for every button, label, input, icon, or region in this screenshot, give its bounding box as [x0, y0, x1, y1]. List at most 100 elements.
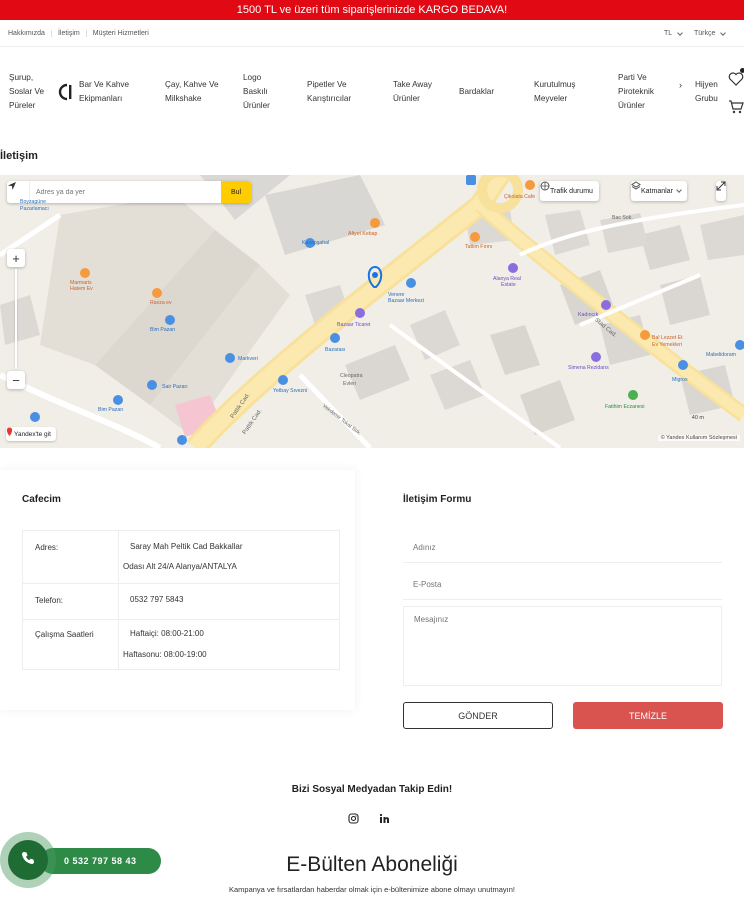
map-label: Fatihim Eczanesi [605, 404, 645, 410]
address-label: Adres: [35, 543, 59, 552]
zoom-in-button[interactable]: + [7, 249, 25, 267]
contact-info-table: Adres: Saray Mah Peltik Cad Bakkallar Od… [22, 530, 340, 670]
message-field[interactable] [403, 606, 722, 686]
row-divider [23, 619, 339, 620]
heart-icon[interactable] [728, 72, 744, 88]
top-utility-bar: Hakkımızda İletişim Müşteri Hizmetleri T… [0, 20, 744, 47]
yandex-go-button[interactable]: Yandex'te git [6, 427, 56, 441]
map-label: Bazaar Ticaret [337, 322, 371, 328]
map-label: Mabelidoram [706, 352, 736, 358]
currency-value: TL [664, 30, 673, 37]
map-label: Yetbay Sıvezni [273, 388, 308, 394]
map-label: Ravza ev [150, 300, 172, 306]
map-label: Estate [501, 282, 516, 288]
phone-call-button[interactable] [0, 832, 56, 888]
phone-call-pill[interactable]: 0 532 797 58 43 [40, 848, 161, 874]
social-title: Bizi Sosyal Medyadan Takip Edin! [291, 784, 453, 795]
map-label: Pazarlamacı [20, 206, 49, 212]
chevron-right-icon: › [679, 80, 682, 90]
language-value: Türkçe [694, 30, 716, 37]
cart-icon[interactable] [728, 100, 744, 116]
plus-icon: + [12, 250, 20, 266]
map-label: Markveri [238, 356, 258, 362]
phone-value[interactable]: 0532 797 5843 [130, 590, 183, 610]
map-label: Sair Pazarı [162, 384, 188, 390]
fullscreen-button[interactable] [716, 181, 726, 201]
name-field[interactable] [403, 533, 722, 563]
instagram-icon[interactable] [346, 811, 360, 825]
linkedin-icon[interactable] [377, 811, 391, 825]
page-title: İletişim [0, 150, 38, 162]
minus-icon: − [12, 372, 20, 388]
map-label: Kasapşahal [302, 240, 330, 246]
row-divider [23, 583, 339, 584]
map-label: Bazaar Merkezi [388, 298, 425, 304]
map-label: Bim Pazarı [98, 407, 124, 413]
layers-label: Katmanlar [641, 187, 673, 195]
hours-weekday: Haftaiçi: 08:00-21:00 [130, 629, 204, 638]
nav-item-party[interactable]: Parti Ve Piroteknik Ürünler [618, 71, 654, 113]
zoom-out-button[interactable]: − [7, 371, 25, 389]
map-widget[interactable]: Bul Trafik durumu Katmanlar + − Boyzagün… [0, 175, 744, 448]
address-line-2: Odası Alt 24/A Alanya/ANTALYA [123, 562, 237, 571]
map-find-button[interactable]: Bul [221, 181, 251, 203]
link-customer-service[interactable]: Müşteri Hizmetleri [87, 30, 155, 37]
map-label: Evleri [343, 381, 356, 387]
map-label: Migros [672, 377, 688, 383]
map-search-input[interactable] [29, 181, 221, 203]
nav-item-syrups[interactable]: Şurup, Soslar Ve Püreler [9, 71, 44, 113]
map-label: Bal Lezzet Et [652, 335, 683, 341]
column-divider [118, 531, 119, 669]
nav-item-take-away[interactable]: Take Away Ürünler [393, 78, 432, 106]
nav-item-bar-equipment[interactable]: Bar Ve Kahve Ekipmanları [79, 78, 129, 106]
map-copyright[interactable]: © Yandex Kullanım Sözleşmesi [657, 435, 740, 441]
layers-button[interactable]: Katmanlar [631, 181, 687, 201]
clear-button[interactable]: TEMİZLE [573, 702, 723, 729]
map-label: Hatem Ev [70, 286, 93, 292]
email-field[interactable] [403, 570, 722, 600]
nav-item-tea-coffee[interactable]: Çay, Kahve Ve Milkshake [165, 78, 219, 106]
chevron-down-icon [720, 29, 727, 36]
contact-info-card: Cafecim Adres: Saray Mah Peltik Cad Bakk… [0, 470, 355, 710]
hours-weekend: Haftasonu: 08:00-19:00 [123, 650, 207, 659]
map-label: Bim Pazarı [150, 327, 176, 333]
language-select[interactable]: Türkçe [694, 20, 727, 47]
nav-item-cups[interactable]: Bardaklar [459, 85, 494, 99]
phone-button-inner [8, 840, 48, 880]
address-line-1: Saray Mah Peltik Cad Bakkallar [130, 542, 243, 551]
phone-label: Telefon: [35, 596, 64, 605]
nav-item-straws[interactable]: Pipetler Ve Karıştırıcılar [307, 78, 351, 106]
traffic-label: Trafik durumu [550, 187, 593, 195]
yandex-go-label: Yandex'te git [14, 430, 51, 438]
map-label: Cleopatra [340, 373, 363, 379]
phone-icon [21, 851, 35, 870]
newsletter-subtitle: Kampanya ve fırsatlardan haberdar olmak … [229, 885, 515, 894]
map-label: Tatlım Fırını [465, 244, 493, 250]
link-contact[interactable]: İletişim [52, 30, 87, 37]
hours-label: Çalışma Saatleri [35, 630, 94, 639]
map-label: Bac Sok. [612, 215, 633, 221]
traffic-button[interactable]: Trafik durumu [540, 181, 599, 201]
nav-item-logo-printed[interactable]: Logo Baskılı Ürünler [243, 71, 270, 113]
link-about[interactable]: Hakkımızda [8, 30, 52, 37]
map-label: Çikolata Cafe [504, 194, 536, 200]
currency-select[interactable]: TL [664, 20, 684, 47]
category-nav: Şurup, Soslar Ve Püreler Bar Ve Kahve Ek… [0, 48, 744, 138]
top-links: Hakkımızda İletişim Müşteri Hizmetleri [8, 20, 155, 47]
map-label: Simena Rezidans [568, 365, 609, 371]
nav-item-dried-fruits[interactable]: Kurutulmuş Meyveler [534, 78, 575, 106]
map-label: Kadıncık [578, 312, 599, 318]
wishlist-badge [740, 68, 744, 73]
nav-item-hygiene[interactable]: Hijyen Grubu [695, 78, 718, 106]
map-label: Boyzagüne [20, 199, 46, 205]
logo-c-icon [57, 82, 73, 104]
map-label: Ev Yemekleri [652, 342, 682, 348]
zoom-slider[interactable] [15, 269, 17, 369]
map-label: Afiyet Kebap [348, 231, 378, 237]
send-button[interactable]: GÖNDER [403, 702, 553, 729]
company-name: Cafecim [22, 494, 61, 505]
chevron-down-icon [676, 187, 682, 193]
contact-form-title: İletişim Formu [403, 494, 472, 505]
promo-banner: 1500 TL ve üzeri tüm siparişlerinizde KA… [0, 0, 744, 20]
chevron-down-icon [677, 29, 684, 36]
